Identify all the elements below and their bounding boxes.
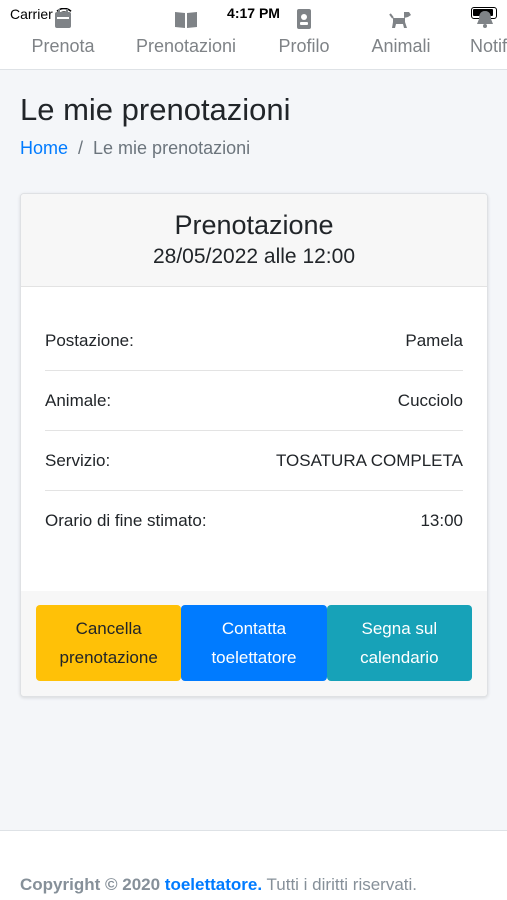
dog-icon [389, 12, 411, 28]
booking-card: Prenotazione 28/05/2022 alle 12:00 Posta… [20, 193, 488, 697]
breadcrumb-current: Le mie prenotazioni [93, 138, 251, 158]
detail-row-animale: Animale: Cucciolo [45, 371, 463, 431]
nav-item-animali[interactable]: Animali [368, 8, 434, 64]
calendar-icon [55, 9, 71, 28]
nav-item-prenotazioni[interactable]: Prenotazioni [133, 8, 239, 64]
top-navigation: Carrier 4:17 PM Prenota Prenotazioni Pro [0, 0, 507, 70]
booking-actions: Cancella prenotazione Contatta toelettat… [21, 591, 487, 696]
detail-label: Postazione: [45, 330, 134, 350]
booking-datetime: 28/05/2022 alle 12:00 [152, 245, 355, 268]
detail-value: Pamela [405, 330, 463, 350]
detail-row-orario-fine: Orario di fine stimato: 13:00 [45, 491, 463, 551]
detail-label: Servizio: [45, 450, 111, 470]
detail-value: Cucciolo [397, 390, 463, 410]
rights-text: Tutti i diritti riservati. [266, 875, 418, 894]
book-icon [175, 12, 197, 28]
detail-row-postazione: Postazione: Pamela [45, 311, 463, 371]
brand-link[interactable]: toelettatore. [165, 875, 262, 894]
cancel-booking-button[interactable]: Cancella prenotazione [36, 605, 182, 681]
nav-item-prenota[interactable]: Prenota [30, 8, 96, 64]
booking-card-header: Prenotazione 28/05/2022 alle 12:00 [21, 194, 487, 287]
detail-label: Animale: [45, 390, 112, 410]
detail-row-servizio: Servizio: TOSATURA COMPLETA [45, 431, 463, 491]
copyright-text: Copyright © 2020 [20, 875, 161, 894]
detail-value: TOSATURA COMPLETA [275, 450, 463, 470]
id-card-icon [297, 9, 311, 29]
detail-label: Orario di fine stimato: [45, 511, 207, 530]
breadcrumb: Home / Le mie prenotazioni [20, 138, 250, 159]
add-to-calendar-button[interactable]: Segna sul calendario [326, 605, 472, 681]
page-title: Le mie prenotazioni [20, 92, 291, 127]
breadcrumb-home-link[interactable]: Home [20, 138, 68, 159]
nav-item-profilo[interactable]: Profilo [276, 8, 332, 64]
booking-details: Postazione: Pamela Animale: Cucciolo Ser… [21, 311, 487, 617]
bell-icon [477, 11, 493, 28]
detail-value: 13:00 [420, 511, 463, 530]
nav-item-notifiche[interactable]: Notifiche [470, 8, 507, 64]
breadcrumb-separator: / [78, 138, 84, 158]
booking-title: Prenotazione [174, 210, 334, 240]
contact-groomer-button[interactable]: Contatta toelettatore [181, 605, 327, 681]
page-footer: Copyright © 2020 toelettatore. Tutti i d… [0, 830, 507, 900]
